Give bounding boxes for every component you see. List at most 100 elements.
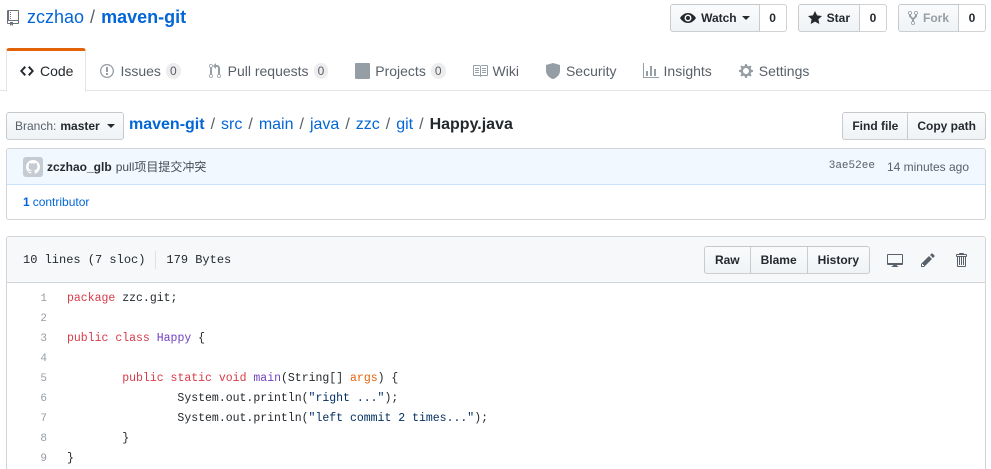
line-number[interactable]: 3 <box>7 329 57 349</box>
repo-nav-tabs: Code Issues 0 Pull requests 0 Projects 0… <box>0 48 991 92</box>
tab-label: Projects <box>375 62 426 79</box>
breadcrumb-link-src[interactable]: src <box>221 116 242 134</box>
line-number[interactable]: 2 <box>7 309 57 329</box>
watch-count[interactable]: 0 <box>759 4 787 32</box>
breadcrumb-separator: / <box>419 116 424 133</box>
breadcrumb-link-java[interactable]: java <box>310 116 339 134</box>
star-icon <box>807 11 822 24</box>
desktop-icon[interactable] <box>887 252 903 268</box>
breadcrumb-link-git[interactable]: git <box>396 116 413 134</box>
fork-count[interactable]: 0 <box>959 4 986 32</box>
code-line: 5 public static void main(String[] args)… <box>7 369 985 389</box>
issues-counter: 0 <box>165 62 181 79</box>
fork-button[interactable]: Fork <box>897 4 959 32</box>
branch-name: master <box>60 119 100 133</box>
breadcrumb: maven-git / src / main / java / zzc / gi… <box>129 116 513 134</box>
line-number[interactable]: 8 <box>7 429 57 449</box>
project-icon <box>354 62 370 79</box>
line-number[interactable]: 1 <box>7 289 57 309</box>
commit-tease: zczhao_glb pull项目提交冲突 3ae52ee 14 minutes… <box>7 149 985 185</box>
line-content: } <box>67 452 74 465</box>
blame-button[interactable]: Blame <box>749 245 808 274</box>
star-count[interactable]: 0 <box>859 4 887 32</box>
repo-title: zczhao / maven-git <box>6 7 186 28</box>
code-line: 1 package zzc.git; <box>7 289 985 309</box>
contributors-count: 1 <box>23 195 30 209</box>
file-info: 10 lines (7 sloc) 179 Bytes <box>23 250 232 269</box>
pencil-icon[interactable] <box>920 252 936 268</box>
repo-name-link[interactable]: maven-git <box>101 7 186 28</box>
file-button-group: Raw Blame History <box>703 245 870 274</box>
tab-projects[interactable]: Projects 0 <box>341 48 458 91</box>
branch-label: Branch: <box>15 119 57 133</box>
trash-icon[interactable] <box>953 252 969 268</box>
file-info-divider <box>155 250 157 269</box>
code-line: 7 System.out.println("left commit 2 time… <box>7 409 985 429</box>
tab-insights[interactable]: Insights <box>630 48 725 91</box>
contributors-link[interactable]: 1 contributor <box>7 185 985 219</box>
line-number[interactable]: 7 <box>7 409 57 429</box>
copy-path-button[interactable]: Copy path <box>908 112 986 140</box>
tab-label: Insights <box>663 62 712 79</box>
line-content <box>57 349 67 369</box>
line-content: System.out.println("right ..."); <box>67 392 399 405</box>
shield-icon <box>545 62 561 79</box>
pull-requests-counter: 0 <box>313 62 329 79</box>
file-size: 179 Bytes <box>166 252 232 267</box>
watch-label: Watch <box>701 11 737 25</box>
avatar[interactable] <box>23 156 43 177</box>
fork-label: Fork <box>922 11 949 25</box>
file-actions: Raw Blame History <box>703 245 969 274</box>
repo-owner-link[interactable]: zczhao <box>27 7 84 28</box>
tab-label: Code <box>40 63 74 79</box>
code-icon <box>19 63 35 79</box>
breadcrumb-current-file: Happy.java <box>429 116 513 133</box>
contributors-label: contributor <box>32 195 90 209</box>
fork-group: Fork 0 <box>897 4 986 32</box>
tab-label: Security <box>565 62 617 79</box>
commit-author-link[interactable]: zczhao_glb <box>47 160 112 174</box>
line-content <box>57 309 67 329</box>
history-button[interactable]: History <box>806 245 870 274</box>
code-line: 8 } <box>7 429 985 449</box>
tab-security[interactable]: Security <box>532 48 630 91</box>
find-file-button[interactable]: Find file <box>842 112 909 140</box>
tab-issues[interactable]: Issues 0 <box>86 48 193 91</box>
watch-button[interactable]: Watch <box>670 4 760 32</box>
breadcrumb-separator: / <box>210 116 216 133</box>
line-content: } <box>67 432 130 445</box>
tab-code[interactable]: Code <box>6 48 87 92</box>
line-number[interactable]: 4 <box>7 349 57 369</box>
graph-icon <box>642 62 659 79</box>
breadcrumb-separator: / <box>345 116 350 133</box>
commit-meta: 3ae52ee 14 minutes ago <box>829 160 969 174</box>
breadcrumb-root-link[interactable]: maven-git <box>129 116 205 134</box>
breadcrumb-link-main[interactable]: main <box>259 116 294 134</box>
tab-pull-requests[interactable]: Pull requests 0 <box>194 48 342 91</box>
issue-icon <box>99 63 115 79</box>
breadcrumb-link-zzc[interactable]: zzc <box>356 116 380 134</box>
breadcrumb-separator: / <box>248 116 253 133</box>
star-button[interactable]: Star <box>797 4 860 32</box>
raw-button[interactable]: Raw <box>703 245 751 274</box>
branch-select-button[interactable]: Branch: master <box>6 112 124 140</box>
line-number[interactable]: 9 <box>7 449 57 469</box>
tab-label: Issues <box>120 62 161 79</box>
octocat-avatar-icon <box>26 159 40 174</box>
code-line: 6 System.out.println("right ..."); <box>7 389 985 409</box>
watch-group: Watch 0 <box>670 4 787 32</box>
file-nav-buttons: Find file Copy path <box>842 112 986 140</box>
tab-settings[interactable]: Settings <box>725 48 823 91</box>
gear-icon <box>738 63 754 79</box>
repo-icon <box>7 9 19 26</box>
line-number[interactable]: 6 <box>7 389 57 409</box>
file-box: 10 lines (7 sloc) 179 Bytes Raw Blame Hi… <box>6 236 986 469</box>
tab-wiki[interactable]: Wiki <box>459 48 532 91</box>
commit-message-link[interactable]: pull项目提交冲突 <box>116 158 207 175</box>
breadcrumb-separator: / <box>385 116 391 133</box>
commit-time: 14 minutes ago <box>886 159 969 174</box>
line-content: package zzc.git; <box>67 292 178 305</box>
file-lines-info: 10 lines (7 sloc) <box>23 252 146 267</box>
line-number[interactable]: 5 <box>7 369 57 389</box>
commit-sha-link[interactable]: 3ae52ee <box>829 160 875 174</box>
